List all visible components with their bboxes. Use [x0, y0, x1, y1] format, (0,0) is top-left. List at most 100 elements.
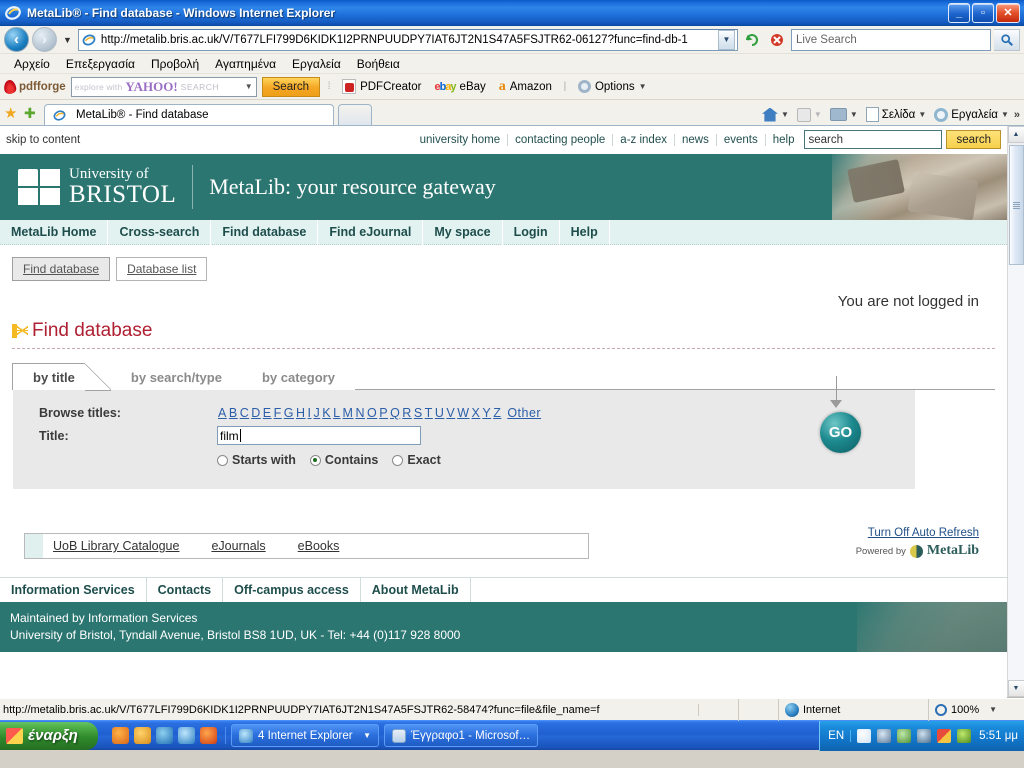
chevron-down-icon[interactable]: ▼ [989, 705, 997, 714]
footer-link-information-services[interactable]: Information Services [0, 577, 147, 603]
scrollbar-thumb[interactable] [1008, 145, 1024, 265]
subtab-database-list[interactable]: Database list [116, 257, 208, 281]
footer-link-about-metalib[interactable]: About MetaLib [361, 577, 471, 603]
nav-find-ejournal[interactable]: Find eJournal [318, 219, 424, 245]
nav-login[interactable]: Login [503, 219, 560, 245]
address-field[interactable]: http://metalib.bris.ac.uk/V/T677LFI799D6… [77, 28, 738, 51]
menu-item-favorites[interactable]: Αγαπημένα [207, 56, 284, 72]
options-button[interactable]: Options ▼ [574, 80, 651, 93]
chevron-down-icon[interactable]: ▼ [850, 110, 858, 119]
start-button[interactable]: έναρξη [0, 721, 98, 750]
maximize-button[interactable]: ▫ [972, 2, 994, 23]
quick-link-ejournals[interactable]: eJournals [201, 539, 287, 553]
link-az-index[interactable]: a-z index [613, 133, 675, 146]
skip-to-content-link[interactable]: skip to content [6, 134, 80, 146]
nav-find-database[interactable]: Find database [211, 219, 319, 245]
link-university-home[interactable]: university home [413, 133, 509, 146]
menu-item-tools[interactable]: Εργαλεία [284, 56, 349, 72]
page-menu-button[interactable]: Σελίδα ▼ [863, 107, 930, 122]
feeds-button[interactable]: ▼ [794, 107, 825, 122]
alpha-link-b[interactable]: B [228, 406, 239, 420]
clock-icon[interactable] [134, 727, 151, 744]
alpha-link-w[interactable]: W [456, 406, 470, 420]
scroll-up-button[interactable]: ▲ [1007, 126, 1024, 143]
live-search-button[interactable] [994, 28, 1020, 51]
alpha-link-q[interactable]: Q [389, 406, 401, 420]
alpha-link-d[interactable]: D [250, 406, 262, 420]
stop-icon[interactable] [766, 29, 788, 51]
alpha-link-m[interactable]: M [342, 406, 355, 420]
vertical-scrollbar[interactable]: ▲ ▼ [1007, 126, 1024, 697]
taskbar-clock[interactable]: 5:51 μμ [977, 730, 1018, 742]
link-events[interactable]: events [717, 133, 766, 146]
ie-icon[interactable] [178, 727, 195, 744]
home-button[interactable]: ▼ [759, 107, 792, 122]
university-logo[interactable]: University of BRISTOL [0, 167, 176, 207]
alpha-link-v[interactable]: V [445, 406, 456, 420]
add-star-icon[interactable]: ✚ [24, 106, 40, 121]
scrollbar-track[interactable] [1007, 265, 1024, 680]
radio-starts-with[interactable] [217, 454, 228, 466]
forward-button[interactable]: › [32, 27, 57, 52]
nav-help[interactable]: Help [560, 219, 610, 245]
alpha-link-h[interactable]: H [295, 406, 307, 420]
overflow-chevron-icon[interactable]: » [1014, 109, 1020, 121]
site-search-input[interactable]: search [804, 130, 943, 149]
chevron-down-icon[interactable]: ▼ [1001, 110, 1009, 119]
alpha-link-r[interactable]: R [401, 406, 413, 420]
alpha-link-t[interactable]: T [424, 406, 434, 420]
alpha-link-x[interactable]: X [471, 406, 482, 420]
alpha-link-c[interactable]: C [239, 406, 251, 420]
chevron-down-icon[interactable]: ▼ [781, 110, 789, 119]
alpha-link-g[interactable]: G [283, 406, 295, 420]
quick-link-catalogue[interactable]: UoB Library Catalogue [43, 539, 201, 553]
link-help[interactable]: help [766, 134, 802, 146]
go-button[interactable]: GO [820, 412, 861, 453]
chevron-down-icon[interactable]: ▼ [363, 731, 371, 740]
pdfforge-logo[interactable]: pdfforge [3, 78, 66, 95]
alpha-link-f[interactable]: F [273, 406, 283, 420]
ebay-button[interactable]: ebay eBay [430, 81, 489, 93]
star-icon[interactable]: ★ [4, 106, 20, 121]
menu-item-file[interactable]: Αρχείο [6, 56, 58, 72]
radio-exact[interactable] [392, 454, 404, 466]
update-icon[interactable] [937, 728, 952, 743]
nav-metalib-home[interactable]: MetaLib Home [0, 219, 109, 245]
subtab-find-database[interactable]: Find database [12, 257, 111, 281]
tab-by-title[interactable]: by title [12, 363, 85, 390]
tab-by-search-type[interactable]: by search/type [111, 364, 242, 390]
chevron-down-icon[interactable]: ▼ [245, 82, 253, 91]
footer-link-contacts[interactable]: Contacts [147, 577, 224, 603]
language-indicator[interactable]: EN [828, 729, 852, 742]
tools-menu-button[interactable]: Εργαλεία ▼ [931, 107, 1012, 122]
pdfcreator-button[interactable]: PDFCreator [338, 79, 425, 94]
alpha-link-other[interactable]: Other [506, 406, 542, 420]
chevron-down-icon[interactable]: ▼ [918, 110, 926, 119]
browser-tab-metalib[interactable]: MetaLib® - Find database [44, 104, 334, 125]
nav-my-space[interactable]: My space [423, 219, 503, 245]
alpha-link-u[interactable]: U [434, 406, 446, 420]
ie-small-icon[interactable] [156, 727, 173, 744]
disk-icon[interactable] [897, 728, 912, 743]
alpha-link-z[interactable]: Z [492, 406, 502, 420]
taskbar-item-word[interactable]: Έγγραφο1 - Microsof… [384, 724, 539, 747]
alpha-link-o[interactable]: O [366, 406, 378, 420]
live-search-input[interactable]: Live Search [791, 28, 991, 51]
alpha-link-a[interactable]: A [217, 406, 228, 420]
turn-off-auto-refresh-link[interactable]: Turn Off Auto Refresh [868, 527, 979, 539]
scroll-down-button[interactable]: ▼ [1007, 680, 1024, 697]
alpha-link-n[interactable]: N [354, 406, 366, 420]
usb-icon[interactable] [877, 728, 892, 743]
back-button[interactable]: ‹ [4, 27, 29, 52]
menu-item-edit[interactable]: Επεξεργασία [58, 56, 143, 72]
print-button[interactable]: ▼ [827, 108, 861, 121]
link-news[interactable]: news [675, 133, 717, 146]
minimize-button[interactable]: _ [948, 2, 970, 23]
media-player-icon[interactable] [112, 727, 129, 744]
footer-link-off-campus-access[interactable]: Off-campus access [223, 577, 361, 603]
title-input[interactable]: film [217, 426, 421, 445]
alpha-link-l[interactable]: L [332, 406, 341, 420]
amazon-button[interactable]: a Amazon [495, 79, 556, 95]
quick-link-ebooks[interactable]: eBooks [288, 539, 362, 553]
address-dropdown-button[interactable]: ▼ [718, 29, 735, 50]
